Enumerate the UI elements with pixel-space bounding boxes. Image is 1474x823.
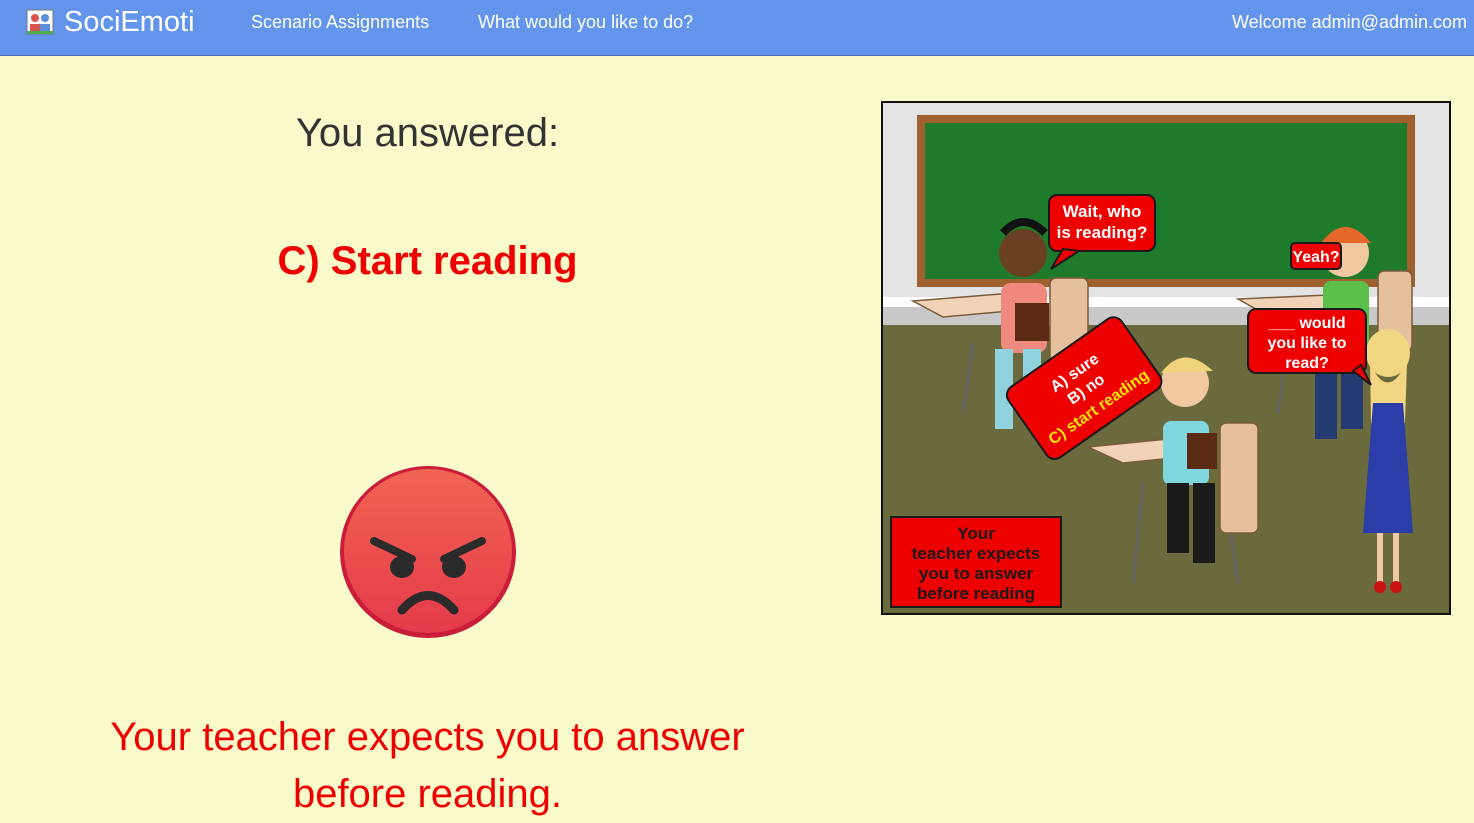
answered-heading: You answered: — [295, 111, 560, 155]
bubble-teacher-line2: you like to — [1267, 335, 1346, 352]
caption-line3: you to answer — [919, 564, 1034, 583]
bubble-girl-line2: is reading? — [1057, 223, 1148, 242]
bubble-girl-line1: Wait, who — [1063, 202, 1142, 221]
app-logo-icon — [26, 9, 54, 35]
caption-line1: Your — [957, 524, 995, 543]
angry-face-icon — [338, 463, 518, 639]
bubble-teacher-line1: ___ would — [1267, 315, 1345, 332]
welcome-user-text[interactable]: Welcome admin@admin.com — [1232, 11, 1467, 33]
brand-link[interactable]: SociEmoti — [26, 6, 195, 38]
scenario-illustration: Wait, who is reading? Yeah? ___ would yo… — [881, 101, 1451, 615]
nav-what-would-you-like[interactable]: What would you like to do? — [478, 11, 693, 33]
caption-line4: before reading — [917, 584, 1035, 603]
selected-answer: C) Start reading — [277, 239, 578, 283]
feedback-message: Your teacher expects you to answer befor… — [110, 715, 745, 816]
bubble-boy-text: Yeah? — [1292, 249, 1339, 266]
caption-line2: teacher expects — [912, 544, 1041, 563]
nav-scenario-assignments[interactable]: Scenario Assignments — [251, 11, 429, 33]
brand-name: SociEmoti — [64, 6, 195, 38]
top-navbar: SociEmoti Scenario Assignments What woul… — [0, 0, 1474, 56]
bubble-teacher-line3: read? — [1285, 355, 1329, 372]
